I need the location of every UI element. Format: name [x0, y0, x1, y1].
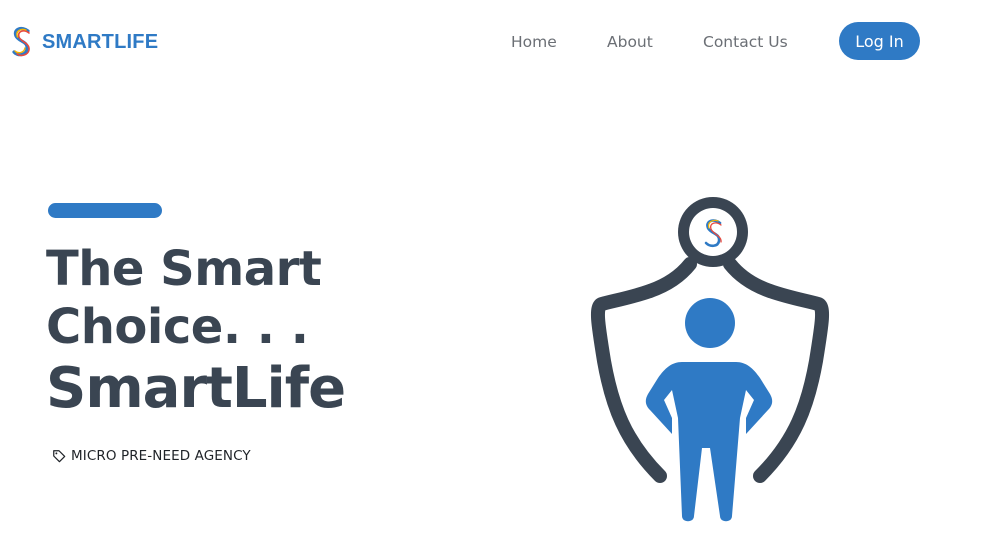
- hero-title-line-1: The Smart: [46, 241, 322, 297]
- hero-title-line-3: SmartLife: [46, 356, 346, 421]
- accent-bar: [48, 203, 162, 218]
- tagline: MICRO PRE-NEED AGENCY: [52, 448, 251, 464]
- tagline-text: MICRO PRE-NEED AGENCY: [71, 448, 251, 464]
- hero-title: The Smart Choice. . . SmartLife: [46, 240, 346, 422]
- hero-title-line-2: Choice. . .: [46, 299, 309, 355]
- site-header: SMARTLIFE Home About Contact Us Log In: [0, 0, 993, 84]
- nav-contact-link[interactable]: Contact Us: [703, 30, 788, 54]
- nav-about-link[interactable]: About: [607, 30, 653, 54]
- login-button[interactable]: Log In: [839, 22, 920, 60]
- tag-icon: [53, 450, 66, 463]
- nav-home-link[interactable]: Home: [511, 30, 557, 54]
- shield-person-icon: [590, 197, 830, 522]
